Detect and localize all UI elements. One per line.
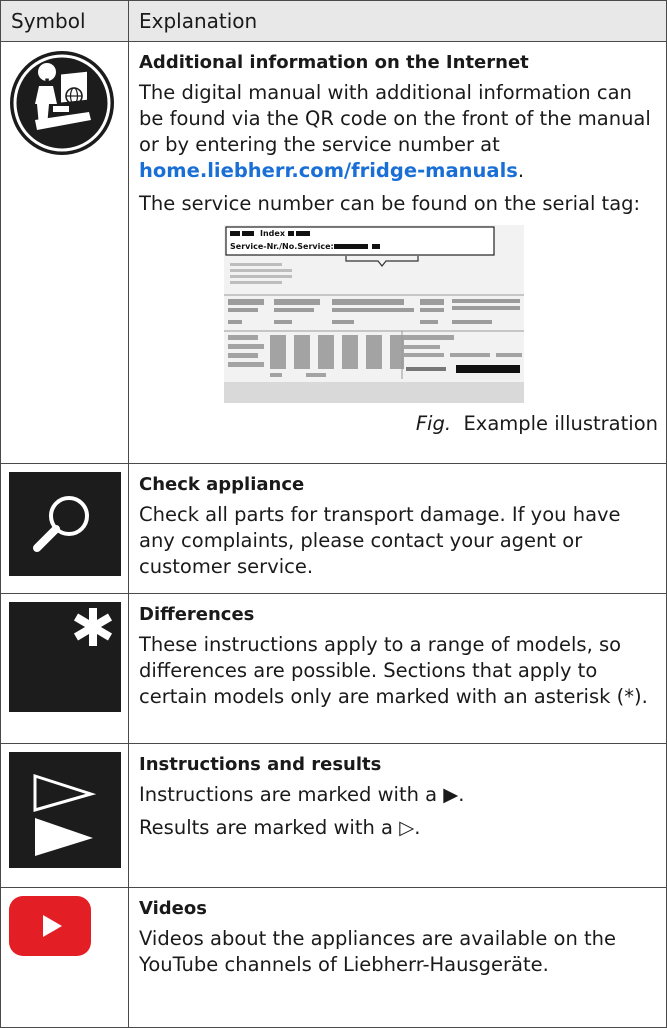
youtube-play-icon <box>9 896 91 956</box>
magnifier-icon <box>9 472 121 576</box>
results-text: Results are marked with a ▷. <box>139 816 421 839</box>
row-title: Check appliance <box>139 474 305 495</box>
row-title: Instructions and results <box>139 754 382 775</box>
table-row: i Additional information on the Internet… <box>0 41 667 464</box>
table-header-row: Symbol Explanation <box>0 0 667 42</box>
table-row: Instructions and results Instructions ar… <box>0 743 667 888</box>
symbol-table: Symbol Explanation i Additional inf <box>0 0 667 1028</box>
manuals-link[interactable]: home.liebherr.com/fridge-manuals <box>139 159 518 182</box>
row-title: Additional information on the Internet <box>139 52 529 73</box>
internet-info-text: The digital manual with additional infor… <box>139 81 651 182</box>
info-internet-icon: i <box>10 51 114 155</box>
tag-service-label: Service-Nr./No.Service: <box>230 242 334 251</box>
row-text: These instructions apply to a range of m… <box>139 633 648 708</box>
row-text: Videos about the appliances are availabl… <box>139 927 617 976</box>
serial-tag-illustration: Index Service-Nr./No.Service: <box>224 225 524 403</box>
table-row: Differences These instructions apply to … <box>0 593 667 744</box>
table-row: Check appliance Check all parts for tran… <box>0 463 667 594</box>
instruction-arrows-icon <box>9 752 121 868</box>
row-text: Check all parts for transport damage. If… <box>139 503 621 578</box>
serial-tag-text: The service number can be found on the s… <box>139 192 641 215</box>
figure-caption: Fig. Example illustration <box>415 412 658 435</box>
instructions-text: Instructions are marked with a ▶. <box>139 783 465 806</box>
header-explanation: Explanation <box>128 0 667 42</box>
row-title: Videos <box>139 898 207 919</box>
table-row: Videos Videos about the appliances are a… <box>0 887 667 1028</box>
header-symbol: Symbol <box>0 0 129 42</box>
asterisk-icon <box>9 602 121 712</box>
row-title: Differences <box>139 604 255 625</box>
tag-index-label: Index <box>260 229 286 238</box>
